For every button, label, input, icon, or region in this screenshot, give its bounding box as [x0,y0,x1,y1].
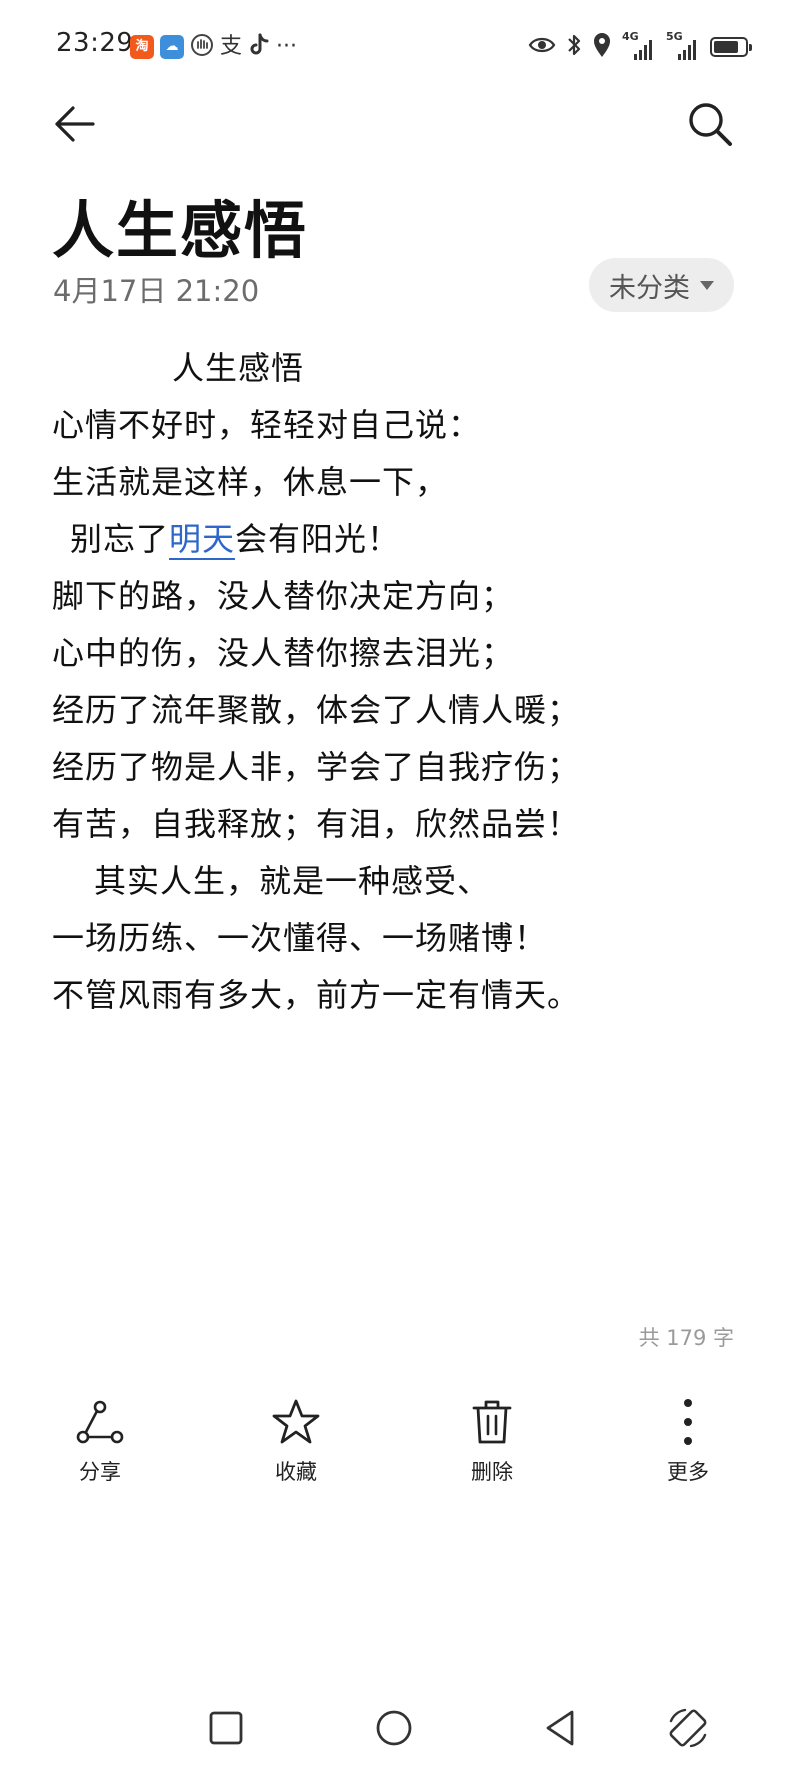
star-icon [270,1396,322,1448]
body-line: 一场历练、一次懂得、一场赌博！ [52,919,548,957]
note-title[interactable]: 人生感悟 [52,180,308,270]
weather-icon: ☁ [160,35,184,59]
category-label: 未分类 [609,272,690,304]
favorite-label: 收藏 [275,1460,317,1484]
hand-icon [190,33,214,61]
search-icon [689,103,732,146]
body-line: 经历了物是人非，学会了自我疗伤； [52,748,581,786]
more-button[interactable]: 更多 [628,1390,748,1490]
more-label: 更多 [667,1460,709,1484]
body-text-segment: 会有阳光！ [235,520,401,558]
body-line: 心情不好时，轻轻对自己说： [52,406,482,444]
delete-label: 删除 [471,1460,513,1484]
arrow-left-icon [55,106,95,142]
share-label: 分享 [79,1460,121,1484]
more-notifications-icon: ··· [276,34,297,59]
delete-button[interactable]: 删除 [432,1390,552,1490]
signal-5g-label: 5G [666,30,683,43]
body-text-segment: 别忘了 [70,520,170,558]
body-line: 经历了流年聚散，体会了人情人暖； [52,691,581,729]
triangle-back-icon [546,1710,574,1746]
rotate-icon [669,1708,707,1748]
status-bar: 23:29 淘 ☁ 支 ··· 4G 5G [0,0,800,96]
body-line: 心中的伤，没人替你擦去泪光； [52,634,515,672]
nav-back-button[interactable] [532,1700,588,1756]
square-icon [209,1711,243,1745]
battery-level [714,41,738,53]
status-time: 23:29 [56,28,134,58]
body-line: 脚下的路，没人替你决定方向； [52,577,515,615]
body-line: 其实人生，就是一种感受、 [94,862,491,900]
body-line: 人生感悟 [172,349,305,387]
circle-icon [376,1710,412,1746]
body-line: 有苦，自我释放；有泪，欣然品尝！ [52,805,581,843]
battery-icon [710,37,752,57]
date-link[interactable]: 明天 [169,520,236,560]
chevron-down-icon [700,280,714,290]
system-nav-bar [0,1700,800,1769]
share-icon [74,1396,126,1448]
taobao-icon: 淘 [130,35,154,59]
signal-5g-icon: 5G [666,30,700,62]
body-line: 不管风雨有多大，前方一定有情天。 [52,976,581,1014]
note-body[interactable]: 人生感悟 心情不好时，轻轻对自己说： 生活就是这样，休息一下， 别忘了明天会有阳… [52,340,752,1024]
alipay-icon: 支 [220,34,243,59]
favorite-button[interactable]: 收藏 [236,1390,356,1490]
body-line: 生活就是这样，休息一下， [52,463,449,501]
action-bar: 分享 收藏 删除 更多 [0,1390,800,1500]
body-line-with-link: 别忘了明天会有阳光！ [52,511,752,568]
word-count: 共 179 字 [638,1326,734,1350]
eye-comfort-icon [528,35,556,59]
notification-icons: 淘 ☁ 支 ··· [130,32,297,62]
category-dropdown[interactable]: 未分类 [589,258,734,312]
recents-button[interactable] [198,1700,254,1756]
bluetooth-icon [566,32,582,62]
system-indicators: 4G 5G [528,30,752,64]
share-button[interactable]: 分享 [40,1390,160,1490]
location-icon [592,32,612,62]
more-vertical-icon [662,1396,714,1448]
home-button[interactable] [366,1700,422,1756]
back-button[interactable] [50,100,98,148]
signal-4g-icon: 4G [622,30,656,62]
signal-4g-label: 4G [622,30,639,43]
search-button[interactable] [682,96,738,152]
rotate-button[interactable] [660,1700,716,1756]
trash-icon [466,1396,518,1448]
tiktok-icon [248,33,270,61]
note-date: 4月17日 21:20 [53,274,260,308]
